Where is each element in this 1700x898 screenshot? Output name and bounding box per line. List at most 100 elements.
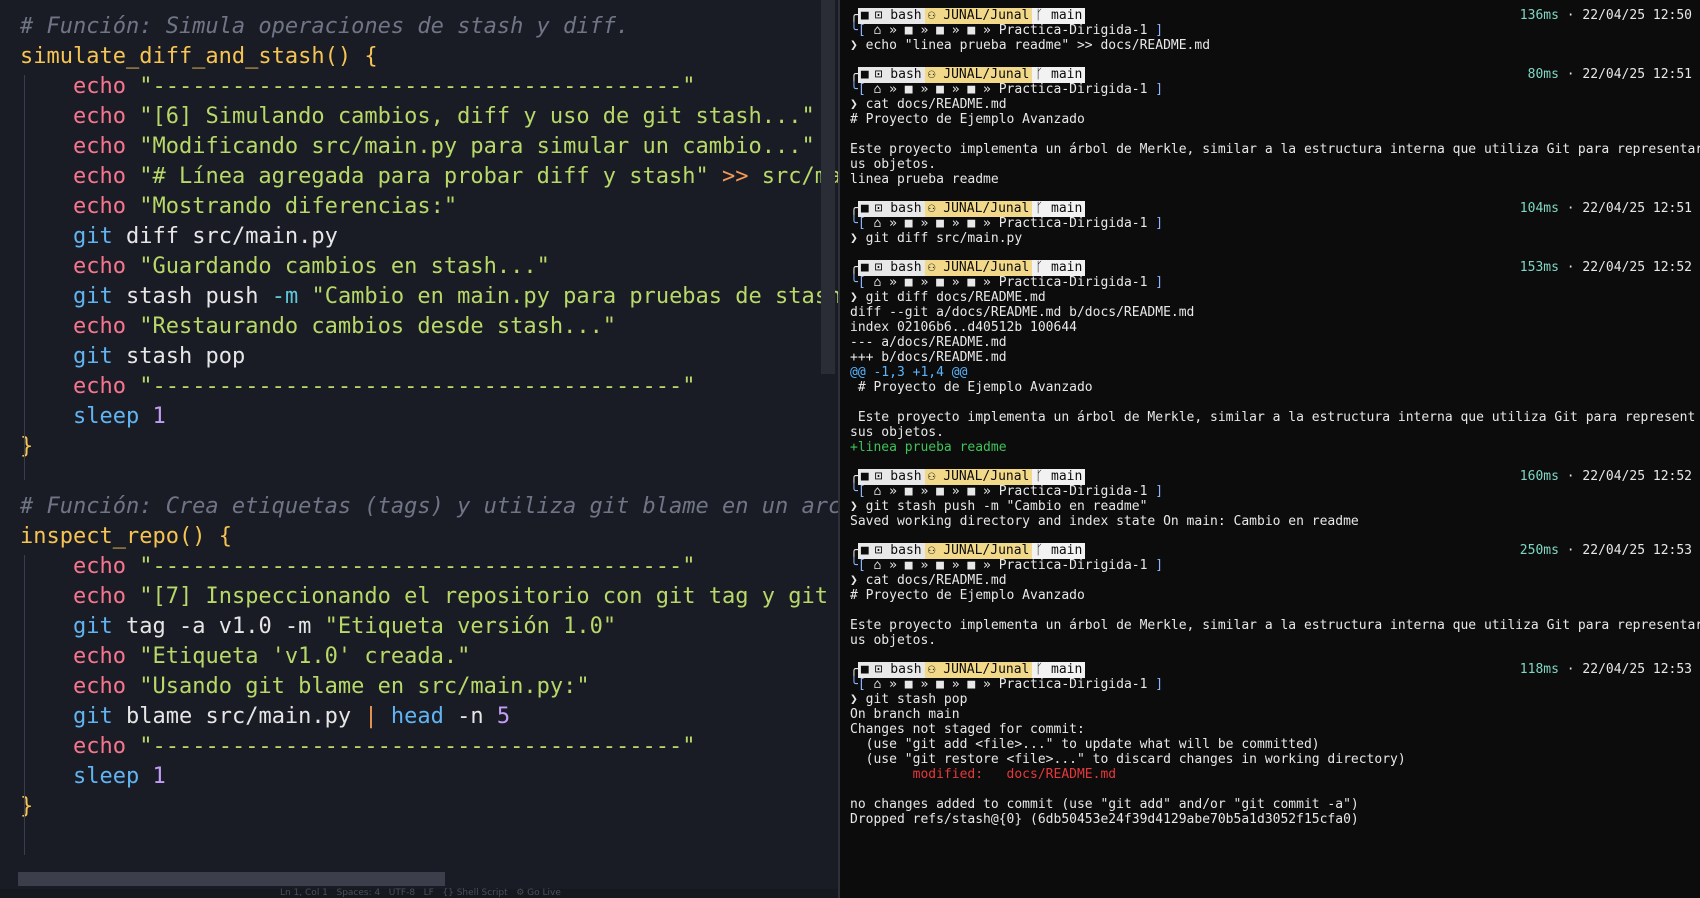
code-token: echo	[73, 194, 126, 219]
command-duration: 104ms	[1519, 201, 1559, 216]
code-token: "[7] Inspeccionando el repositorio con g…	[139, 584, 828, 609]
code-token: stash push	[112, 284, 272, 309]
code-line: sleep 1	[20, 762, 166, 792]
output-line: Changes not staged for commit:	[850, 722, 1085, 737]
prompt-corner: ╭	[850, 543, 858, 558]
code-token: git	[73, 284, 113, 309]
output-line: (use "git add <file>..." to update what …	[850, 737, 1320, 752]
repo-name: Practica-Dirigida-1	[998, 82, 1148, 97]
code-token: 1	[139, 404, 166, 429]
command-line: ❯ git diff src/main.py	[850, 231, 1692, 247]
user-segment: ⚇ JUNAL/Junal	[924, 469, 1033, 485]
bracket-open: [	[857, 216, 874, 231]
code-editor[interactable]: # Función: Simula operaciones de stash y…	[0, 0, 838, 898]
code-token: echo	[73, 104, 126, 129]
terminal-pane[interactable]: ╭ ■ ⊡ bash ⚇ JUNAL/Junal ᚴ main 136ms · 22/04…	[838, 0, 1700, 898]
bracket-open: [	[857, 677, 874, 692]
os-icon: ■	[857, 543, 872, 559]
code-line: echo "----------------------------------…	[20, 372, 696, 402]
command-meta: 250ms · 22/04/25 12:53	[1520, 543, 1692, 559]
code-token: }	[20, 794, 34, 819]
prompt-corner: ╭	[850, 662, 858, 677]
code-line: echo "Restaurando cambios desde stash...…	[20, 312, 616, 342]
code-token: sleep	[73, 404, 140, 429]
prompt-header: ╭ ■ ⊡ bash ⚇ JUNAL/Junal ᚴ main 104ms · 22/04…	[850, 201, 1692, 217]
output-line: index 02106b6..d40512b 100644	[850, 320, 1077, 335]
command-text: git stash push -m "Cambio en readme"	[865, 499, 1148, 514]
command-text: git diff docs/README.md	[865, 290, 1046, 305]
command-duration: 160ms	[1519, 469, 1559, 484]
prompt-path: ╰[ ⌂ » ■ » ■ » ■ » Practica-Dirigida-1 ]	[850, 23, 1692, 39]
prompt-path: ╰[ ⌂ » ■ » ■ » ■ » Practica-Dirigida-1 ]	[850, 484, 1692, 500]
output-line: +++ b/docs/README.md	[850, 350, 1007, 365]
branch-segment: ᚴ main	[1032, 260, 1086, 276]
folder-path-icons: ⌂ » ■ » ■ » ■ »	[873, 82, 999, 97]
code-token: git	[73, 704, 113, 729]
separator: ·	[1558, 469, 1583, 484]
code-token: () {	[324, 44, 378, 69]
output-line: Este proyecto implementa un árbol de Mer…	[850, 618, 1700, 633]
output-line: # Proyecto de Ejemplo Avanzado	[850, 112, 1085, 127]
command-line: ❯ git stash pop	[850, 692, 1692, 708]
code-token: "---------------------------------------…	[125, 734, 696, 759]
code-line: git tag -a v1.0 -m "Etiqueta versión 1.0…	[20, 612, 616, 642]
code-token: "Mostrando diferencias:"	[125, 194, 458, 219]
command-meta: 80ms · 22/04/25 12:51	[1528, 67, 1692, 83]
repo-name: Practica-Dirigida-1	[998, 558, 1148, 573]
output-line: Este proyecto implementa un árbol de Mer…	[850, 142, 1700, 157]
indent-guide	[24, 75, 25, 480]
code-token: echo	[73, 584, 126, 609]
command-duration: 118ms	[1519, 662, 1559, 677]
bracket-open: [	[857, 82, 874, 97]
code-token: () {	[178, 524, 232, 549]
user-segment: ⚇ JUNAL/Junal	[924, 67, 1033, 83]
command-text: cat docs/README.md	[865, 97, 1007, 112]
output-line: +linea prueba readme	[850, 440, 1007, 455]
command-line: ❯ cat docs/README.md	[850, 97, 1692, 113]
prompt-path: ╰[ ⌂ » ■ » ■ » ■ » Practica-Dirigida-1 ]	[850, 216, 1692, 232]
code-token: "Cambio en main.py para pruebas de stash…	[298, 284, 838, 309]
prompt-corner: ╰	[850, 23, 858, 38]
code-token: git	[73, 614, 113, 639]
code-line: git blame src/main.py | head -n 5	[20, 702, 510, 732]
code-token: tag -a v1.0 -m	[112, 614, 325, 639]
editor-vertical-scrollbar[interactable]	[821, 0, 835, 374]
prompt-arrow-icon: ❯	[850, 499, 866, 514]
code-token: echo	[73, 134, 126, 159]
prompt-header: ╭ ■ ⊡ bash ⚇ JUNAL/Junal ᚴ main 136ms · 22/04…	[850, 8, 1692, 24]
branch-segment: ᚴ main	[1032, 67, 1086, 83]
command-text: git stash pop	[865, 692, 968, 707]
editor-horizontal-scrollbar[interactable]	[18, 872, 445, 886]
repo-name: Practica-Dirigida-1	[998, 677, 1148, 692]
code-token: sleep	[73, 764, 140, 789]
code-token: echo	[73, 164, 126, 189]
bracket-close: ]	[1147, 82, 1164, 97]
output-line: us objetos.	[850, 633, 937, 648]
code-token: "---------------------------------------…	[125, 374, 696, 399]
prompt-header: ╭ ■ ⊡ bash ⚇ JUNAL/Junal ᚴ main 160ms · 22/04…	[850, 469, 1692, 485]
output-line: @@ -1,3 +1,4 @@	[850, 365, 968, 380]
command-line: ❯ cat docs/README.md	[850, 573, 1692, 589]
code-token: >>	[708, 164, 749, 189]
code-line: sleep 1	[20, 402, 166, 432]
branch-segment: ᚴ main	[1032, 8, 1086, 24]
code-line: echo "Mostrando diferencias:"	[20, 192, 457, 222]
prompt-header: ╭ ■ ⊡ bash ⚇ JUNAL/Junal ᚴ main 250ms · 22/04…	[850, 543, 1692, 559]
command-duration: 80ms	[1527, 67, 1559, 82]
code-token: head	[377, 704, 444, 729]
folder-path-icons: ⌂ » ■ » ■ » ■ »	[873, 23, 999, 38]
prompt-corner: ╰	[850, 558, 858, 573]
code-token: "Etiqueta versión 1.0"	[324, 614, 617, 639]
output-line: # Proyecto de Ejemplo Avanzado	[850, 588, 1085, 603]
prompt-corner: ╭	[850, 67, 858, 82]
repo-name: Practica-Dirigida-1	[998, 23, 1148, 38]
code-token: stash pop	[112, 344, 246, 369]
output-line: # Proyecto de Ejemplo Avanzado	[850, 380, 1093, 395]
folder-path-icons: ⌂ » ■ » ■ » ■ »	[873, 216, 999, 231]
bracket-open: [	[857, 558, 874, 573]
code-line: echo "Usando git blame en src/main.py:"	[20, 672, 590, 702]
bracket-close: ]	[1147, 677, 1164, 692]
command-timestamp: 22/04/25 12:53	[1582, 543, 1692, 558]
output-line: (use "git restore <file>..." to discard …	[850, 752, 1406, 767]
os-icon: ■	[857, 201, 872, 217]
